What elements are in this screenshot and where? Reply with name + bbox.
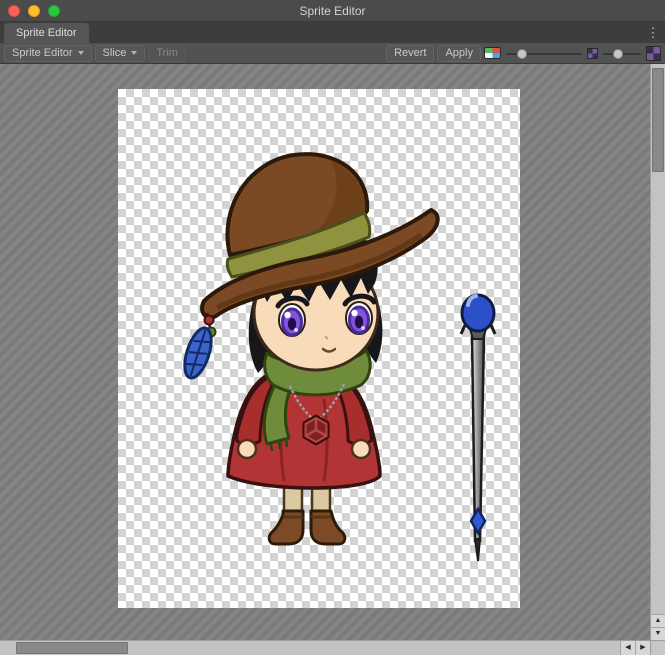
traffic-lights bbox=[8, 0, 60, 22]
horizontal-scrollbar-thumb[interactable] bbox=[16, 642, 128, 654]
trim-button-label: Trim bbox=[156, 47, 178, 59]
mip-slider[interactable] bbox=[601, 45, 643, 62]
rgb-color-mode-icon[interactable] bbox=[484, 47, 501, 59]
staff-sprite[interactable] bbox=[461, 295, 495, 561]
apply-button-label: Apply bbox=[445, 47, 473, 59]
vertical-scroll-buttons: ▲ ▼ bbox=[651, 614, 665, 640]
slice-dropdown[interactable]: Slice bbox=[95, 45, 146, 62]
horizontal-scroll-buttons: ◀ ▶ bbox=[620, 641, 650, 655]
mip-level-small-icon bbox=[587, 48, 598, 59]
tab-bar: Sprite Editor ⋮ bbox=[0, 22, 665, 43]
slice-dropdown-label: Slice bbox=[103, 47, 127, 59]
sprite-texture[interactable] bbox=[118, 89, 520, 608]
titlebar[interactable]: Sprite Editor bbox=[0, 0, 665, 22]
scroll-left-button[interactable]: ◀ bbox=[620, 641, 635, 655]
zoom-slider-knob[interactable] bbox=[517, 49, 527, 59]
scroll-up-button[interactable]: ▲ bbox=[651, 614, 665, 627]
vertical-scrollbar-thumb[interactable] bbox=[652, 68, 664, 172]
revert-button[interactable]: Revert bbox=[386, 45, 434, 62]
mode-dropdown-label: Sprite Editor bbox=[12, 47, 73, 59]
chevron-down-icon bbox=[78, 51, 84, 55]
trim-button[interactable]: Trim bbox=[148, 45, 186, 62]
maximize-button[interactable] bbox=[48, 5, 60, 17]
feather-charm bbox=[180, 313, 217, 381]
revert-button-label: Revert bbox=[394, 47, 426, 59]
scroll-right-button[interactable]: ▶ bbox=[635, 641, 650, 655]
horizontal-scrollbar[interactable]: ◀ ▶ bbox=[0, 640, 650, 655]
witch-character-sprite[interactable] bbox=[180, 154, 438, 544]
left-hand bbox=[238, 440, 256, 458]
kebab-menu-icon[interactable]: ⋮ bbox=[646, 25, 660, 40]
staff-gem bbox=[471, 509, 485, 533]
scroll-down-button[interactable]: ▼ bbox=[651, 627, 665, 640]
tab-sprite-editor[interactable]: Sprite Editor bbox=[4, 23, 89, 43]
sprite-editor-window: Sprite Editor Sprite Editor ⋮ Sprite Edi… bbox=[0, 0, 665, 655]
sprite-editor-mode-dropdown[interactable]: Sprite Editor bbox=[4, 45, 92, 62]
sprite-editor-canvas[interactable] bbox=[0, 64, 650, 640]
scrollbar-corner bbox=[650, 640, 665, 655]
close-button[interactable] bbox=[8, 5, 20, 17]
minimize-button[interactable] bbox=[28, 5, 40, 17]
apply-button[interactable]: Apply bbox=[437, 45, 481, 62]
red-bead bbox=[205, 316, 214, 325]
mip-slider-knob[interactable] bbox=[613, 49, 623, 59]
zoom-slider[interactable] bbox=[504, 45, 584, 62]
mip-level-large-icon bbox=[646, 46, 661, 61]
window-title: Sprite Editor bbox=[299, 4, 365, 18]
vertical-scrollbar[interactable]: ▲ ▼ bbox=[650, 64, 665, 640]
staff-orb bbox=[462, 295, 494, 331]
texture-transparency-checker bbox=[118, 89, 520, 608]
right-hand bbox=[352, 440, 370, 458]
chevron-down-icon bbox=[131, 51, 137, 55]
toolbar: Sprite Editor Slice Trim Revert Apply bbox=[0, 43, 665, 64]
